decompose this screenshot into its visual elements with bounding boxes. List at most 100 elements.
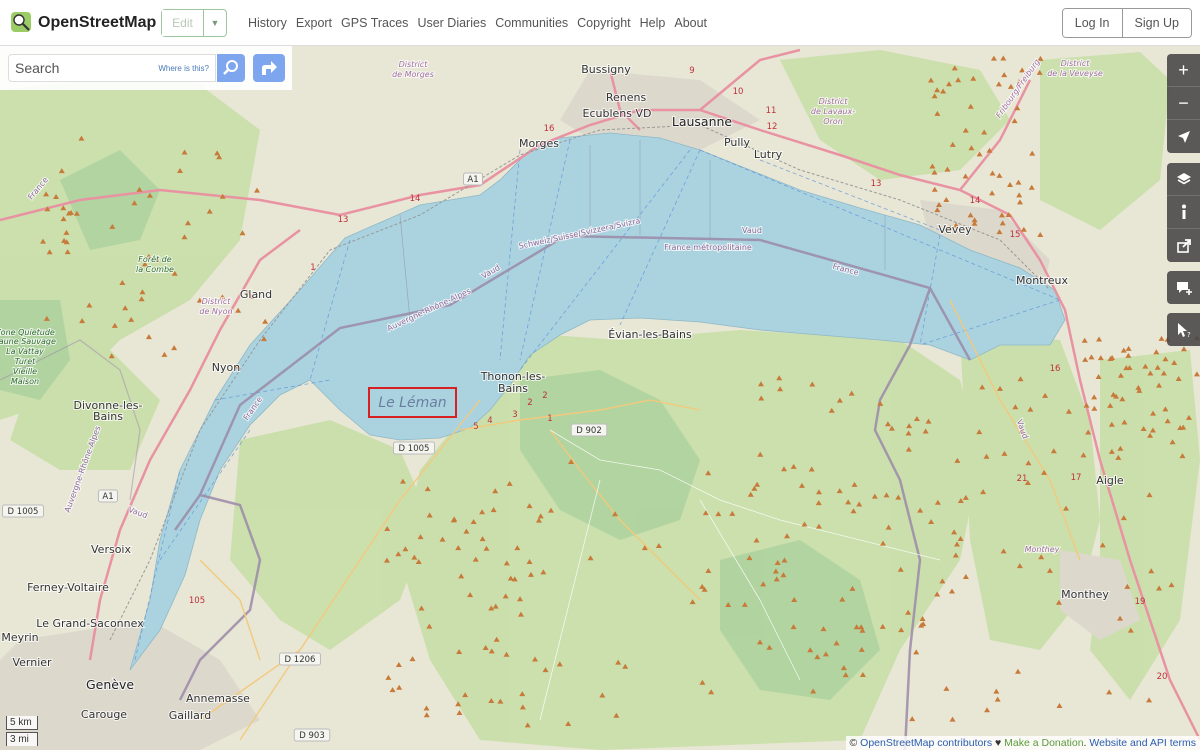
- info-icon: [1181, 204, 1186, 219]
- road-shield-label: D 902: [576, 426, 601, 436]
- zoom-out-button[interactable]: −: [1167, 87, 1200, 120]
- road-shield-label: 11: [766, 106, 777, 116]
- town-label: Vevey: [938, 223, 972, 236]
- attribution: © OpenStreetMap contributors ♥ Make a Do…: [845, 736, 1200, 750]
- locate-button[interactable]: [1167, 120, 1200, 153]
- park-label: Turet: [15, 357, 36, 366]
- attribution-separator: .: [1083, 737, 1087, 749]
- lake-label: Le Léman: [378, 394, 447, 411]
- query-icon: ?: [1177, 322, 1191, 338]
- town-label: Montreux: [1016, 274, 1069, 287]
- nav-user-diaries[interactable]: User Diaries: [417, 16, 486, 30]
- region-label: District: [202, 297, 232, 306]
- nav-gps-traces[interactable]: GPS Traces: [341, 16, 408, 30]
- city-label: Lausanne: [672, 114, 733, 129]
- road-shield-label: 5: [473, 422, 478, 432]
- town-label: Aigle: [1096, 474, 1124, 487]
- park-label: Forêt de: [138, 254, 171, 264]
- road-shield-label: 17: [1071, 473, 1082, 483]
- lake-label-highlight[interactable]: Le Léman: [368, 387, 457, 418]
- region-label: de Lavaux-: [811, 107, 855, 116]
- add-note-button[interactable]: [1167, 271, 1200, 304]
- road-shield-label: 20: [1157, 672, 1168, 682]
- road-shield-label: D 1005: [399, 444, 430, 454]
- road-shield-label: 9: [689, 66, 694, 76]
- road-shield-label: 13: [871, 179, 882, 189]
- nav-history[interactable]: History: [248, 16, 287, 30]
- town-label: Monthey: [1061, 588, 1109, 601]
- search-panel: Search Where is this?: [0, 46, 292, 90]
- town-label: Annemasse: [186, 692, 250, 705]
- zoom-in-button[interactable]: +: [1167, 54, 1200, 87]
- search-input[interactable]: Search Where is this?: [8, 54, 216, 82]
- contributors-link[interactable]: OpenStreetMap contributors: [860, 737, 992, 749]
- directions-icon: [262, 61, 277, 75]
- region-label: District: [399, 60, 429, 69]
- road-shield-label: 16: [544, 124, 555, 134]
- park-label: Vieille: [13, 367, 37, 376]
- api-terms-link[interactable]: Website and API terms: [1089, 737, 1196, 749]
- header: OpenStreetMap Edit ▼ History Export GPS …: [0, 0, 1200, 46]
- share-button[interactable]: [1167, 229, 1200, 262]
- region-label: Oron: [823, 117, 843, 126]
- town-label: Vernier: [12, 656, 52, 669]
- town-label: Bains: [93, 410, 123, 423]
- zoom-out-icon: −: [1178, 92, 1189, 113]
- note-icon: [1176, 281, 1192, 295]
- road-shield-label: 1: [310, 263, 315, 273]
- park-label: la Combe: [136, 265, 174, 274]
- search-icon: [223, 60, 238, 75]
- map-canvas[interactable]: Lausanne Genève Morges Nyon Évian-les-Bains T…: [0, 46, 1200, 750]
- road-shield-label: D 1206: [285, 655, 316, 665]
- park-label: La Vattay: [6, 347, 44, 356]
- town-label: Pully: [724, 136, 751, 149]
- search-button[interactable]: [217, 54, 245, 82]
- edit-dropdown[interactable]: Edit ▼: [161, 9, 227, 37]
- road-shield-label: 10: [733, 87, 744, 97]
- town-label: Versoix: [91, 543, 131, 556]
- town-label: Évian-les-Bains: [608, 328, 692, 341]
- layers-button[interactable]: [1167, 163, 1200, 196]
- road-shield-label: 105: [189, 596, 205, 606]
- nav-export[interactable]: Export: [296, 16, 332, 30]
- chevron-down-icon[interactable]: ▼: [204, 10, 226, 36]
- login-button[interactable]: Log In: [1062, 9, 1123, 37]
- road-shield-label: 1: [547, 414, 552, 424]
- town-label: Meyrin: [1, 631, 38, 644]
- road-shield-label: 3: [512, 410, 517, 420]
- region-label: District: [819, 97, 849, 106]
- border-label: Vaud: [742, 226, 762, 235]
- note-controls: [1167, 271, 1200, 304]
- info-button[interactable]: [1167, 196, 1200, 229]
- osm-logo-icon[interactable]: [10, 11, 32, 33]
- town-label: Bussigny: [581, 63, 631, 76]
- city-label: Genève: [86, 677, 134, 692]
- signup-button[interactable]: Sign Up: [1122, 9, 1191, 37]
- donation-link[interactable]: Make a Donation: [1004, 737, 1083, 749]
- nav-about[interactable]: About: [674, 16, 707, 30]
- brand-name[interactable]: OpenStreetMap: [38, 14, 156, 32]
- park-label: Zone Quietude: [0, 328, 55, 337]
- directions-button[interactable]: [253, 54, 285, 82]
- scale-km: 5 km: [6, 716, 38, 730]
- where-is-this-link[interactable]: Where is this?: [158, 64, 209, 73]
- main-nav: History Export GPS Traces User Diaries C…: [248, 16, 707, 30]
- town-label: Nyon: [212, 361, 240, 374]
- nav-communities[interactable]: Communities: [495, 16, 568, 30]
- border-label: France métropolitaine: [664, 242, 752, 252]
- svg-text:?: ?: [1187, 331, 1191, 338]
- locate-icon: [1177, 130, 1190, 143]
- edit-button[interactable]: Edit: [162, 10, 204, 36]
- road-shield-label: A1: [102, 492, 113, 502]
- layers-icon: [1176, 173, 1191, 185]
- region-label: de Morges: [392, 70, 434, 79]
- search-placeholder: Search: [15, 60, 60, 76]
- nav-copyright[interactable]: Copyright: [577, 16, 631, 30]
- town-label: Le Grand-Saconnex: [36, 617, 144, 630]
- road-shield-label: 13: [338, 215, 349, 225]
- query-features-button[interactable]: ?: [1167, 313, 1200, 346]
- road-shield-label: 4: [487, 416, 492, 426]
- road-shield-label: 21: [1017, 474, 1028, 484]
- road-shield-label: 15: [1010, 230, 1021, 240]
- nav-help[interactable]: Help: [640, 16, 666, 30]
